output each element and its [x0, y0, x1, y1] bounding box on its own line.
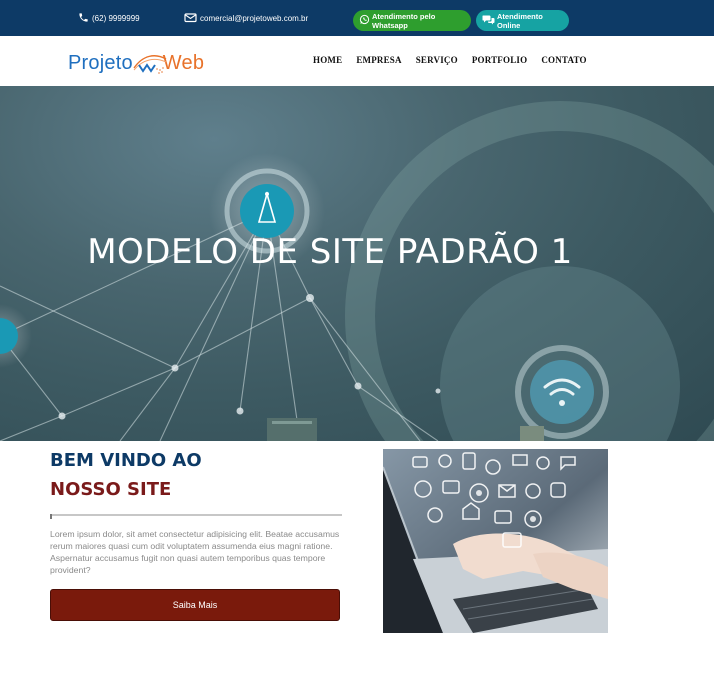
- logo-text-projeto: Projeto: [68, 51, 133, 74]
- email-address: comercial@projetoweb.com.br: [200, 13, 309, 23]
- nav-item-servico[interactable]: SERVIÇO: [416, 55, 458, 65]
- nav-item-contato[interactable]: CONTATO: [541, 55, 586, 65]
- logo-swoosh-icon: [133, 51, 167, 75]
- welcome-heading-line2: NOSSO SITE: [50, 479, 172, 500]
- email-contact[interactable]: comercial@projetoweb.com.br: [184, 0, 308, 36]
- section-divider: [50, 514, 342, 519]
- welcome-heading-line1: BEM VINDO AO: [50, 450, 202, 471]
- hero-title: MODELO DE SITE PADRÃO 1: [87, 232, 573, 272]
- phone-icon: [78, 12, 92, 25]
- phone-contact[interactable]: (62) 9999999: [78, 0, 140, 36]
- whatsapp-icon: [359, 14, 372, 27]
- main-navigation: HOME EMPRESA SERVIÇO PORTFOLIO CONTATO: [313, 55, 601, 65]
- saiba-mais-button[interactable]: Saiba Mais: [50, 589, 340, 621]
- whatsapp-button[interactable]: Atendimento pelo Whatsapp: [353, 10, 471, 31]
- online-support-label: Atendimento Online: [497, 11, 543, 30]
- welcome-paragraph: Lorem ipsum dolor, sit amet consectetur …: [50, 529, 340, 575]
- nav-item-empresa[interactable]: EMPRESA: [356, 55, 401, 65]
- logo-text-web: Web: [162, 51, 205, 74]
- chat-bubbles-icon: [482, 14, 497, 27]
- hero-banner: MODELO DE SITE PADRÃO 1: [0, 86, 714, 441]
- online-support-button[interactable]: Atendimento Online: [476, 10, 569, 31]
- laptop-illustration: [383, 449, 608, 633]
- top-contact-bar: (62) 9999999 comercial@projetoweb.com.br…: [0, 0, 714, 36]
- phone-number: (62) 9999999: [92, 13, 140, 23]
- whatsapp-label: Atendimento pelo Whatsapp: [372, 11, 436, 30]
- envelope-icon: [184, 12, 200, 25]
- site-logo[interactable]: Projeto Web: [68, 48, 204, 78]
- nav-item-portfolio[interactable]: PORTFOLIO: [472, 55, 528, 65]
- nav-item-home[interactable]: HOME: [313, 55, 342, 65]
- laptop-hands-image: [383, 449, 608, 633]
